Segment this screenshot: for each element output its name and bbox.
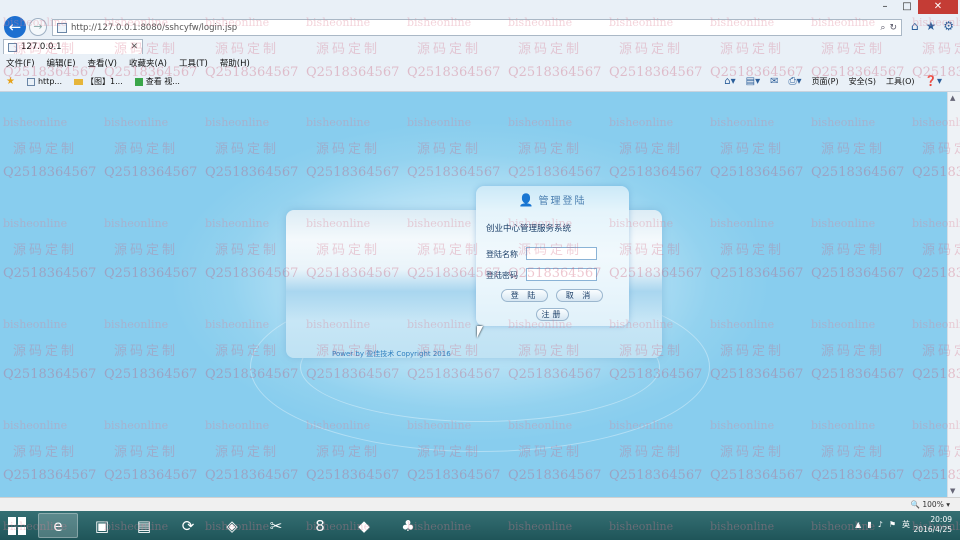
clock[interactable]: 20:09 2016/4/25 [914, 515, 952, 535]
zoom-control[interactable]: 🔍 100% ▾ [911, 500, 950, 509]
ie-taskbar-icon[interactable]: e [38, 513, 78, 538]
maximize-button[interactable]: □ [896, 0, 918, 14]
username-label: 登陆名称 [486, 250, 518, 259]
search-icon[interactable]: ⌕ [880, 23, 885, 33]
safety-menu[interactable]: 安全(S) [849, 76, 876, 87]
mail-icon[interactable]: ✉ [770, 76, 778, 87]
favorite-label: http... [37, 77, 63, 86]
mouse-cursor [477, 326, 483, 338]
favorite-item[interactable]: 【图】1... [74, 76, 123, 87]
refresh-icon[interactable]: ↻ [889, 23, 897, 33]
chevron-down-icon: ▾ [946, 500, 950, 509]
feeds-icon[interactable]: ▤▾ [746, 76, 760, 87]
arrow-right-icon: → [33, 20, 43, 33]
command-bar: ⌂▾ ▤▾ ✉ ⎙▾ 页面(P) 安全(S) 工具(O) ❓▾ [724, 76, 942, 87]
browser-chrome: – □ ✕ ← → http://127.0.0.1:8080/sshcyfw/… [0, 0, 960, 92]
scroll-up-icon[interactable]: ▲ [950, 94, 955, 102]
scroll-down-icon[interactable]: ▼ [950, 487, 955, 495]
browser-toolbar-icons: ⌂ ★ ⚙ [911, 19, 954, 33]
favorite-label: 【图】1... [86, 77, 123, 86]
system-name: 创业中心管理服务系统 [486, 224, 572, 234]
tab-title: 127.0.0.1 [21, 42, 62, 52]
green-page-icon [134, 77, 143, 86]
tools-menu[interactable]: 工具(O) [886, 76, 915, 87]
login-box: 👤 管理登陆 创业中心管理服务系统 登陆名称 登陆密码 登 陆 取 消 注册 [476, 186, 629, 326]
login-button[interactable]: 登 陆 [501, 289, 548, 302]
menu-favorites[interactable]: 收藏夹(A) [129, 57, 167, 69]
page-icon [8, 42, 17, 52]
start-button[interactable] [8, 517, 26, 535]
gear-icon[interactable]: ⚙ [943, 19, 954, 33]
close-button[interactable]: ✕ [918, 0, 958, 14]
close-icon[interactable]: ✕ [130, 42, 138, 52]
zoom-icon: 🔍 [910, 500, 920, 509]
volume-icon[interactable]: ♪ [878, 520, 883, 529]
page-icon [57, 22, 67, 33]
input-method[interactable]: 英 [902, 519, 910, 530]
star-icon[interactable]: ★ [925, 19, 936, 33]
user-icon: 👤 [518, 193, 536, 207]
print-icon[interactable]: ⎙▾ [789, 76, 802, 87]
favorites-star-icon[interactable]: ★ [6, 76, 15, 87]
cancel-button[interactable]: 取 消 [556, 289, 603, 302]
status-bar: 🔍 100% ▾ [0, 497, 960, 511]
home-icon[interactable]: ⌂ [911, 19, 919, 33]
menu-file[interactable]: 文件(F) [6, 57, 35, 69]
forward-button[interactable]: → [29, 18, 47, 36]
favorite-item[interactable]: 查看 视... [134, 76, 180, 87]
favorite-label: 查看 视... [145, 77, 180, 86]
flag-icon[interactable]: ⚑ [889, 520, 896, 529]
app-taskbar-icon[interactable]: ◆ [344, 513, 384, 538]
favorite-item[interactable]: http... [26, 77, 63, 86]
clock-time: 20:09 [930, 515, 952, 524]
folder-icon [74, 78, 84, 85]
help-icon[interactable]: ❓▾ [925, 76, 942, 87]
url-text[interactable]: http://127.0.0.1:8080/sshcyfw/login.jsp [71, 23, 876, 33]
login-title: 管理登陆 [538, 196, 587, 207]
menu-edit[interactable]: 编辑(E) [47, 57, 76, 69]
taskbar: e ▣ ▤ ⟳ ◈ ✂ 8 ◆ ♣ ▲ ▮ ♪ ⚑ 英 20:09 2016/4… [0, 511, 960, 540]
explorer-taskbar-icon[interactable]: ▤ [124, 513, 164, 538]
menu-view[interactable]: 查看(V) [88, 57, 117, 69]
app-taskbar-icon[interactable]: ⟳ [168, 513, 208, 538]
back-button[interactable]: ← [4, 16, 26, 38]
system-tray: ▲ ▮ ♪ ⚑ 英 [855, 519, 910, 530]
home-icon[interactable]: ⌂▾ [724, 76, 735, 87]
page-menu[interactable]: 页面(P) [812, 76, 839, 87]
menu-bar: 文件(F) 编辑(E) 查看(V) 收藏夹(A) 工具(T) 帮助(H) [6, 57, 250, 69]
copyright-text: Power by 盈佳技术 Copyright 2016 [332, 350, 451, 358]
browser-tab[interactable]: 127.0.0.1 ✕ [3, 39, 143, 54]
address-bar[interactable]: http://127.0.0.1:8080/sshcyfw/login.jsp … [52, 19, 902, 36]
window-controls: – □ ✕ [874, 0, 958, 14]
vertical-scrollbar[interactable]: ▲ ▼ [947, 92, 960, 497]
zoom-level: 100% [922, 500, 944, 509]
arrow-left-icon: ← [8, 18, 22, 36]
username-input[interactable] [526, 247, 597, 260]
tray-up-icon[interactable]: ▲ [855, 520, 861, 529]
clock-date: 2016/4/25 [913, 525, 952, 534]
menu-help[interactable]: 帮助(H) [220, 57, 250, 69]
page-content: Power by 盈佳技术 Copyright 2016 👤 管理登陆 创业中心管… [0, 92, 947, 497]
network-icon[interactable]: ▮ [867, 520, 871, 529]
favorites-bar: ★ http... 【图】1... 查看 视... [6, 76, 180, 87]
minimize-button[interactable]: – [874, 0, 896, 14]
app-taskbar-icon[interactable]: ◈ [212, 513, 252, 538]
app-taskbar-icon[interactable]: ♣ [388, 513, 428, 538]
login-header: 👤 管理登陆 [476, 192, 629, 207]
register-button[interactable]: 注册 [536, 308, 569, 321]
app-taskbar-icon[interactable]: ▣ [82, 513, 122, 538]
menu-tools[interactable]: 工具(T) [179, 57, 208, 69]
password-input[interactable] [526, 268, 597, 281]
app-taskbar-icon[interactable]: 8 [300, 513, 340, 538]
page-icon [26, 77, 35, 86]
app-taskbar-icon[interactable]: ✂ [256, 513, 296, 538]
password-label: 登陆密码 [486, 271, 518, 280]
